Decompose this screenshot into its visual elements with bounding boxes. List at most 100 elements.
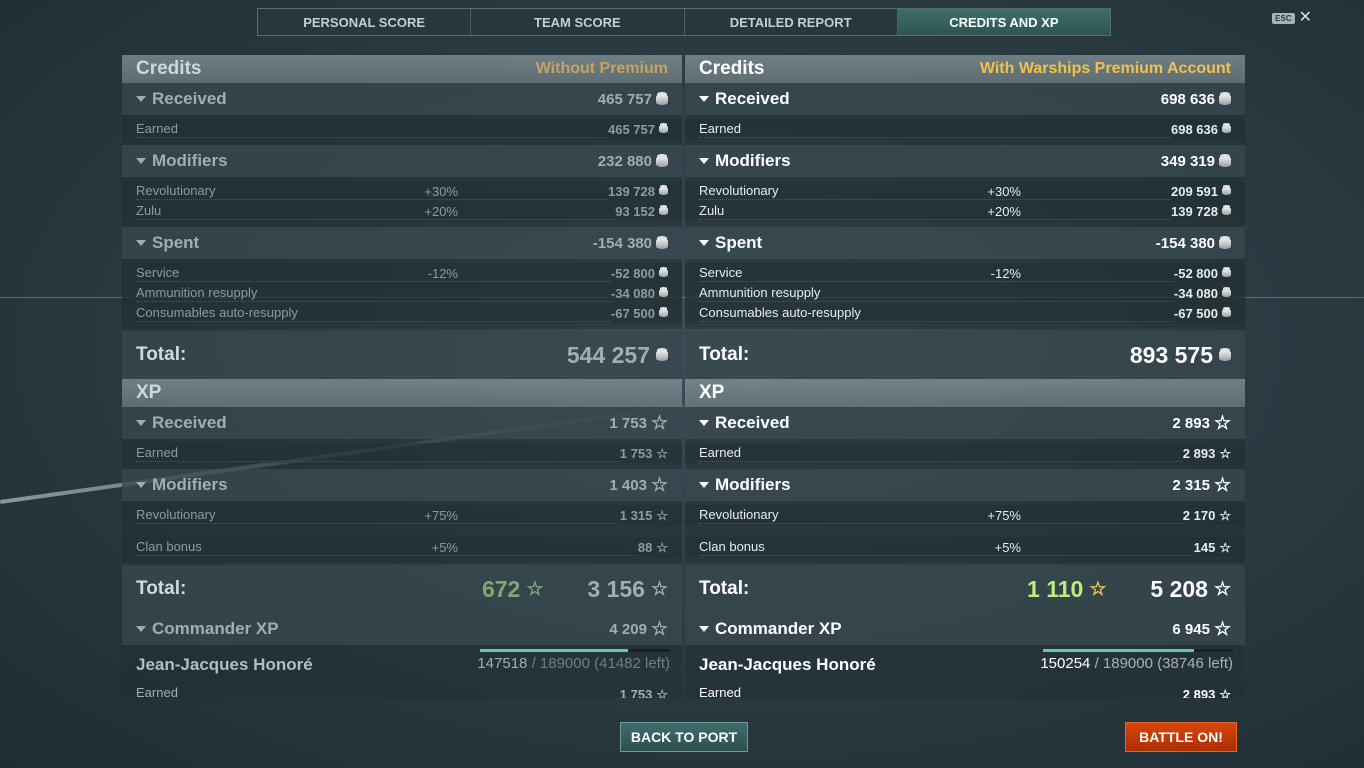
group-value: -154 380 [592,234,652,252]
total-value: 544 257 [566,341,650,368]
close-button[interactable]: ESC ✕ [1272,10,1312,26]
group-label: Spent [152,233,200,252]
xp-received-rows: Earned 1 753 ☆ [122,439,682,469]
row-percent: +20% [424,203,458,219]
tab-credits-and-xp[interactable]: CREDITS AND XP [897,9,1110,35]
xp-received-group[interactable]: Received 2 893 ☆ [685,407,1245,439]
row-label: Earned [699,121,1171,138]
xp-star-icon: ☆ [1219,507,1231,523]
credits-icon [656,237,668,249]
xp-star-icon: ☆ [656,445,668,461]
collapse-caret-icon [136,240,146,246]
collapse-caret-icon [699,158,709,164]
group-label: Modifiers [152,151,228,170]
credits-icon [1219,349,1231,361]
collapse-caret-icon [699,420,709,426]
total-label: Total: [699,344,750,365]
credits-received-group[interactable]: Received 465 757 [122,83,682,115]
row-label: Clan bonus [136,539,638,556]
credits-total: Total: 893 575 [685,331,1245,379]
group-value: 2 893 [1172,414,1210,432]
credits-received-group[interactable]: Received 698 636 [685,83,1245,115]
tab-detailed-report[interactable]: DETAILED REPORT [685,9,898,35]
tab-team-score[interactable]: TEAM SCORE [471,9,685,35]
row-value: 139 728 [608,183,655,199]
credits-icon [659,187,668,195]
row-label: Zulu [136,203,616,220]
commander-progress-bar [1043,649,1233,652]
commander-card: Jean-Jacques Honoré 147518 / 189000 (414… [122,645,682,698]
row-value: 93 152 [615,203,655,219]
credits-icon [1219,237,1231,249]
group-label: Modifiers [152,475,228,494]
total-label: Total: [699,578,750,599]
xp-modifiers-group[interactable]: Modifiers 2 315 ☆ [685,469,1245,501]
credits-modifiers-group[interactable]: Modifiers 232 880 [122,145,682,177]
battle-on-button[interactable]: BATTLE ON! [1125,722,1237,752]
row-value: 1 753 [619,687,653,698]
total-label: Total: [136,344,187,365]
total-label: Total: [136,578,187,599]
group-value: 465 757 [597,90,652,108]
xp-star-icon: ☆ [1213,618,1231,640]
commander-xp-group[interactable]: Commander XP 4 209 ☆ [122,613,682,645]
credits-icon [656,93,668,105]
group-label: Received [152,89,227,108]
credits-icon [656,155,668,167]
list-item: Earned 698 636 [685,119,1245,139]
list-item: Zulu +20% 93 152 [122,201,682,221]
total-value: 3 156 [587,575,645,602]
credits-icon [659,269,668,277]
credits-header: Credits Without Premium [122,55,682,83]
row-value: -34 080 [610,285,655,301]
row-percent: +5% [994,539,1021,555]
credits-icon [1222,269,1231,277]
xp-star-icon: ☆ [650,578,668,600]
group-label: Commander XP [152,619,279,638]
credits-spent-group[interactable]: Spent -154 380 [122,227,682,259]
commander-xp-group[interactable]: Commander XP 6 945 ☆ [685,613,1245,645]
row-percent: +5% [431,539,458,555]
list-item: Revolutionary +75% 1 315 ☆ [122,505,682,525]
commander-progress-text: 150254 / 189000 (38746 left) [1040,655,1233,672]
credits-modifier-rows: Revolutionary +30% 139 728 Zulu +20% 93 152 [122,177,682,227]
group-label: Modifiers [715,475,791,494]
list-item: Revolutionary +75% 2 170 ☆ [685,505,1245,525]
group-label: Received [715,89,790,108]
list-item: Service -12% -52 800 [122,263,682,283]
xp-star-icon: ☆ [1219,539,1231,555]
row-value: 139 728 [1171,203,1218,219]
row-value: 1 315 [619,507,653,523]
credits-modifiers-group[interactable]: Modifiers 349 319 [685,145,1245,177]
credits-spent-rows: Service -12% -52 800 Ammunition resupply -34… [122,259,682,329]
credits-header: Credits With Warships Premium Account [685,55,1245,83]
collapse-caret-icon [136,626,146,632]
row-percent: +75% [987,507,1021,523]
xp-title: XP [699,382,725,403]
xp-received-group[interactable]: Received 1 753 ☆ [122,407,682,439]
free-xp-star-icon: ☆ [526,578,544,600]
credits-icon [1222,187,1231,195]
row-value: 88 [637,539,653,555]
commander-progress-fill [480,649,629,652]
credits-spent-group[interactable]: Spent -154 380 [685,227,1245,259]
row-value: 465 757 [608,121,655,137]
list-item: Clan bonus +5% 145 ☆ [685,537,1245,557]
row-value: 698 636 [1171,121,1218,137]
row-percent: +75% [424,507,458,523]
group-value: 4 209 [609,620,647,638]
xp-modifiers-group[interactable]: Modifiers 1 403 ☆ [122,469,682,501]
xp-header: XP [685,379,1245,407]
list-item: Revolutionary +30% 139 728 [122,181,682,201]
group-value: 232 880 [597,152,652,170]
row-value: -52 800 [1173,265,1218,281]
commander-progress-bar [480,649,670,652]
tab-personal-score[interactable]: PERSONAL SCORE [258,9,472,35]
back-to-port-button[interactable]: BACK TO PORT [620,722,748,752]
panel-without-premium: Credits Without Premium Received 465 757… [122,55,682,698]
collapse-caret-icon [136,482,146,488]
xp-modifier-rows: Revolutionary +75% 2 170 ☆ Clan bonus +5% 145 ☆ [685,501,1245,563]
xp-star-icon: ☆ [650,412,668,434]
row-value: -52 800 [610,265,655,281]
list-item: Zulu +20% 139 728 [685,201,1245,221]
